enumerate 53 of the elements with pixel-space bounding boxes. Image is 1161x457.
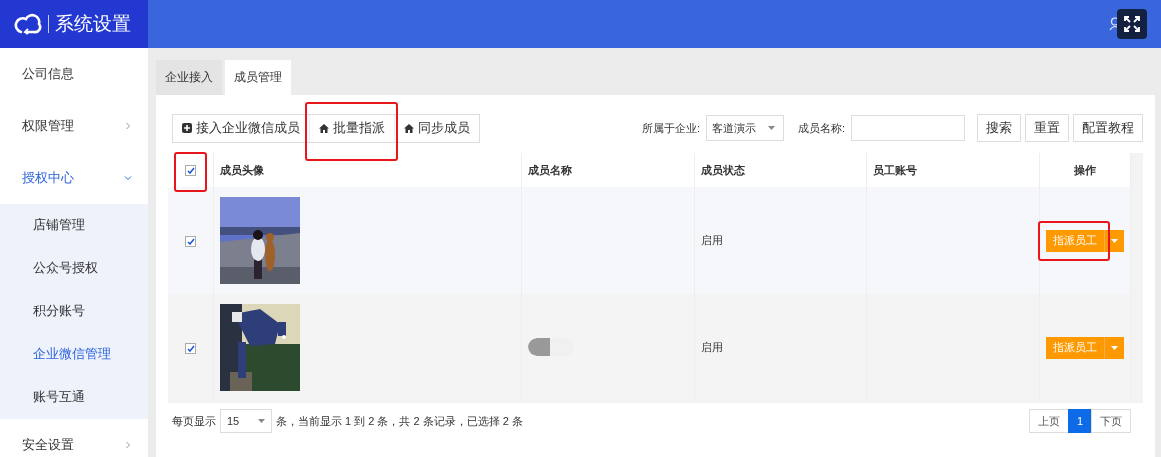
- column-header: 操作: [1039, 153, 1131, 187]
- sidebar-item[interactable]: 积分账号: [0, 290, 148, 333]
- caret-down-icon: [1111, 238, 1118, 243]
- home-icon: [319, 123, 329, 133]
- page-size-dropdown[interactable]: 15: [220, 409, 272, 433]
- sidebar-item[interactable]: 安全设置: [0, 419, 148, 457]
- sidebar-item[interactable]: 权限管理: [0, 100, 148, 152]
- checkbox[interactable]: [185, 165, 197, 177]
- tab[interactable]: 企业接入: [156, 60, 222, 95]
- dropdown-toggle[interactable]: [1104, 229, 1124, 252]
- caret-down-icon: [258, 419, 265, 423]
- table-cell: 启用: [694, 294, 867, 401]
- page-button[interactable]: 上页: [1028, 409, 1069, 433]
- sidebar-item[interactable]: 账号互通: [0, 376, 148, 419]
- expand-icon: [1124, 16, 1140, 32]
- home-icon: [404, 123, 414, 133]
- action-button[interactable]: 搜索: [977, 114, 1021, 142]
- page-button[interactable]: 下页: [1091, 409, 1131, 433]
- column-header: 成员状态: [694, 153, 867, 187]
- column-header: 员工账号: [866, 153, 1040, 187]
- sidebar-item[interactable]: 授权中心: [0, 152, 148, 204]
- field-label: 所属于企业:: [641, 120, 700, 136]
- chevron-down-icon: [124, 174, 132, 182]
- column-header: 成员头像: [213, 153, 522, 187]
- cloud-logo-icon: [12, 13, 42, 35]
- caret-down-icon: [1111, 345, 1118, 350]
- sidebar-item[interactable]: 公司信息: [0, 48, 148, 100]
- dropdown-toggle[interactable]: [1104, 336, 1124, 359]
- checkbox[interactable]: [185, 235, 197, 247]
- sidebar-item[interactable]: 公众号授权: [0, 247, 148, 290]
- action-button[interactable]: 配置教程: [1073, 114, 1143, 142]
- sidebar-item[interactable]: 店铺管理: [0, 204, 148, 247]
- column-header: 成员名称: [521, 153, 695, 187]
- chevron-right-icon: [124, 122, 132, 130]
- checkmark-icon: [186, 167, 195, 175]
- checkbox[interactable]: [185, 342, 197, 354]
- field-label: 成员名称:: [797, 120, 845, 136]
- chevron-right-icon: [124, 441, 132, 449]
- tab[interactable]: 成员管理: [225, 60, 291, 95]
- toggle-switch[interactable]: [528, 337, 575, 356]
- checkmark-icon: [186, 344, 195, 352]
- company-dropdown[interactable]: 客道演示: [705, 115, 784, 141]
- footer-label: 每页显示: [172, 413, 216, 429]
- action-button[interactable]: 重置: [1025, 114, 1069, 142]
- app-title: 系统设置: [55, 12, 131, 36]
- plus-square-icon: [182, 123, 192, 133]
- caret-down-icon: [767, 126, 775, 130]
- fullscreen-button[interactable]: [1117, 9, 1147, 39]
- pagination-summary: 条，当前显示 1 到 2 条，共 2 条记录，已选择 2 条: [276, 413, 523, 429]
- checkmark-icon: [186, 237, 195, 245]
- member-name-field[interactable]: [851, 115, 965, 141]
- sidebar-item[interactable]: 企业微信管理: [0, 333, 148, 376]
- table-cell: 启用: [694, 187, 867, 294]
